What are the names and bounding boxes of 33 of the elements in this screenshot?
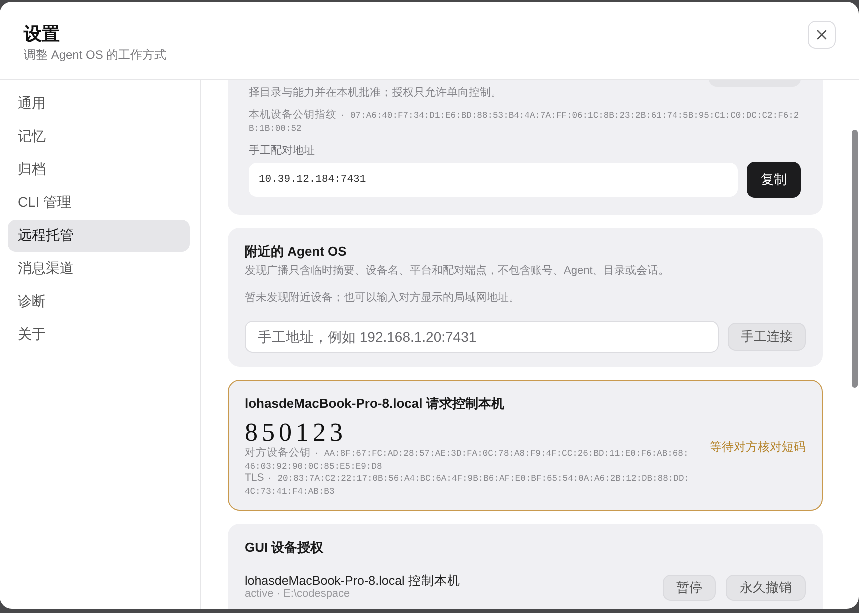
dialog-title: 设置 [24,23,61,46]
revoke-button[interactable]: 永久撤销 [726,574,806,600]
sidebar-item[interactable]: 诊断 [8,286,190,318]
sidebar-item[interactable]: 记忆 [8,121,190,153]
sidebar-item[interactable]: CLI 管理 [8,187,190,219]
sidebar-item[interactable]: 关于 [8,319,190,351]
status-text: 等待对方核对短码 [710,438,806,456]
sidebar-item[interactable]: 通用 [8,88,190,120]
key-text: 本机设备公钥指纹 · 07:A6:40:F7:34:D1:E6:BD:88:53:B4:4A:7A:FF:06:1C:8B:23:2B:61:74:5B:95:C1:C0:DC:C2:F6:2B:1B:00:52 [249,110,800,135]
description-text: 择目录与能力并在本机批准；授权只允许单向控制。 [249,86,503,100]
empty-message: 暂未发现附近设备；也可以输入对方显示的局域网地址。 [245,291,521,305]
card-title: 附近的 Agent OS [245,244,348,260]
field-label: 手工配对地址 [249,144,316,158]
key-text: 对方设备公钥 · AA:8F:67:FC:AD:28:57:AE:3D:FA:0C:78:A8:F9:4F:CC:26:BD:11:E0:F6:AB:68:46:03:92:90:0C:85:E5:E9:D8 [245,448,690,473]
sidebar-item[interactable]: 归档 [8,154,190,186]
address-field[interactable]: 10.39.12.184:7431 [249,163,738,197]
close-icon [817,30,827,40]
pairing-code: 850123 [245,418,348,447]
close-button[interactable] [808,21,836,49]
address-input[interactable]: 手工地址，例如 192.168.1.20:7431 [245,321,719,353]
scrollbar-thumb[interactable] [852,130,858,388]
dialog-subtitle: 调整 Agent OS 的工作方式 [24,47,167,63]
sidebar-item[interactable]: 消息渠道 [8,253,190,285]
copy-button[interactable]: 复制 [747,162,801,198]
card-title: lohasdeMacBook-Pro-8.local 请求控制本机 [245,396,506,412]
card-title: GUI 设备授权 [245,540,325,556]
connect-button[interactable]: 手工连接 [728,323,806,351]
sidebar-item[interactable]: 远程托管 [8,220,190,252]
pause-button[interactable]: 暂停 [663,574,716,600]
device-name: lohasdeMacBook-Pro-8.local 控制本机 [245,574,462,588]
description-text: 发现广播只含临时摘要、设备名、平台和配对端点，不包含账号、Agent、目录或会话。 [245,264,671,278]
key-text: TLS · 20:83:7A:C2:22:17:0B:56:A4:BC:6A:4F:9B:B6:AF:E0:BF:65:54:0A:A6:2B:12:DB:88:DD:4C:73:41:F4:AB:B3 [245,473,690,498]
device-detail: active · E:\codespace [245,588,352,601]
